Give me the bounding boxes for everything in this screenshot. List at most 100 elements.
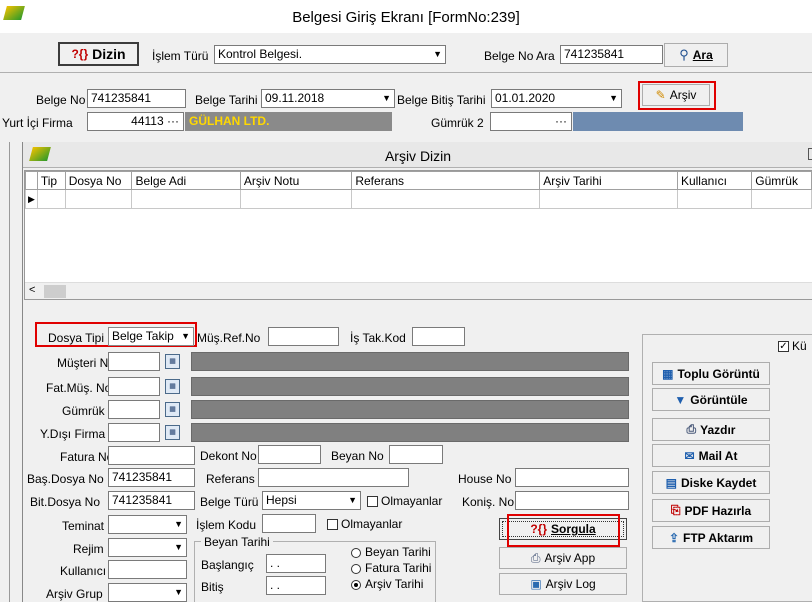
column-header[interactable]: Arşiv Tarihi bbox=[539, 171, 678, 190]
dekont-no-label: Dekont No bbox=[200, 449, 257, 463]
dialog-title: Arşiv Dizin bbox=[384, 148, 452, 164]
scrollbar-thumb[interactable] bbox=[44, 285, 66, 298]
lookup-icon[interactable]: ▦ bbox=[165, 402, 180, 417]
checkbox-icon bbox=[327, 519, 338, 531]
is-takip-input[interactable] bbox=[412, 327, 465, 346]
kullanici-input[interactable] bbox=[108, 560, 187, 579]
ydisi-name-field bbox=[191, 423, 629, 442]
yurt-ici-name-field: GÜLHAN LTD. bbox=[185, 112, 392, 131]
belge-bitis-label: Belge Bitiş Tarihi bbox=[397, 93, 486, 107]
horizontal-scrollbar[interactable]: < bbox=[25, 282, 812, 299]
konis-input[interactable] bbox=[515, 491, 629, 510]
radio-icon bbox=[351, 547, 361, 558]
belge-no-label: Belge No bbox=[36, 93, 86, 107]
islem-turu-select[interactable]: Kontrol Belgesi. ▼ bbox=[214, 45, 446, 64]
islem-turu-label: İşlem Türü bbox=[152, 49, 209, 63]
chevron-down-icon: ▼ bbox=[174, 587, 183, 597]
ydisi-label: Y.Dışı Firma bbox=[40, 427, 106, 441]
lookup-icon[interactable]: ▦ bbox=[165, 379, 180, 394]
column-header[interactable]: Gümrük bbox=[751, 171, 812, 190]
islem-kodu-input[interactable] bbox=[262, 514, 316, 533]
checkbox-checked-icon: ✓ bbox=[778, 341, 789, 353]
dialog-title-bar: Arşiv Dizin bbox=[23, 142, 812, 168]
chevron-down-icon: ▼ bbox=[382, 93, 391, 103]
arsiv-app-button[interactable]: ⎙ Arşiv App bbox=[499, 547, 627, 569]
grid-icon: ▦ bbox=[662, 366, 674, 381]
house-no-input[interactable] bbox=[515, 468, 629, 487]
column-header[interactable]: Arşiv Notu bbox=[239, 171, 353, 190]
belge-bitis-input[interactable]: 01.01.2020 ▼ bbox=[491, 89, 622, 108]
teminat-select[interactable]: ▼ bbox=[108, 515, 187, 534]
column-header[interactable]: Tip bbox=[36, 171, 66, 190]
fatura-no-input[interactable] bbox=[108, 446, 195, 465]
chevron-down-icon: ▼ bbox=[181, 331, 190, 341]
belge-no-input[interactable]: 741235841 bbox=[87, 89, 186, 108]
yazdir-button[interactable]: ⎙ Yazdır bbox=[652, 418, 770, 441]
arsiv-log-button[interactable]: ▣ Arşiv Log bbox=[499, 573, 627, 595]
dosya-tipi-label: Dosya Tipi bbox=[48, 331, 105, 345]
rejim-select[interactable]: ▼ bbox=[108, 538, 187, 557]
beyan-no-input[interactable] bbox=[389, 445, 443, 464]
ftp-aktarim-button[interactable]: ⇪ FTP Aktarım bbox=[652, 526, 770, 549]
archive-table: Tip Dosya No Belge Adi Arşiv Notu Refera… bbox=[25, 171, 812, 209]
mail-at-button[interactable]: ✉ Mail At bbox=[652, 444, 770, 467]
lookup-icon[interactable]: ▦ bbox=[165, 354, 180, 369]
maximize-icon[interactable] bbox=[808, 148, 812, 160]
bitis-label: Bitiş bbox=[201, 580, 224, 594]
gumruk2-label: Gümrük 2 bbox=[431, 116, 484, 130]
column-header[interactable]: Kullanıcı bbox=[676, 171, 753, 190]
referans-label: Referans bbox=[206, 472, 255, 486]
ara-button[interactable]: ⚲ Ara bbox=[664, 43, 728, 67]
beyan-no-label: Beyan No bbox=[331, 449, 384, 463]
save-icon: ▤ bbox=[665, 475, 677, 490]
gumruk-input[interactable] bbox=[108, 400, 160, 419]
ydisi-input[interactable] bbox=[108, 423, 160, 442]
belge-no-ara-input[interactable]: 741235841 bbox=[560, 45, 663, 64]
belge-turu-select[interactable]: Hepsi ▼ bbox=[262, 491, 361, 510]
arsiv-grup-label: Arşiv Grup bbox=[46, 587, 103, 601]
arsiv-grup-select[interactable]: ▼ bbox=[108, 583, 187, 602]
pdf-hazirla-button[interactable]: ⎘ PDF Hazırla bbox=[652, 499, 770, 522]
baslangic-input[interactable]: . . bbox=[266, 554, 326, 573]
olmayanlar1-checkbox[interactable]: Olmayanlar bbox=[367, 494, 442, 508]
toplu-goruntu-button[interactable]: ▦ Toplu Görüntü bbox=[652, 362, 770, 385]
row-pointer-icon: ▶ bbox=[25, 189, 38, 209]
radio-icon bbox=[351, 563, 361, 574]
table-header-row: Tip Dosya No Belge Adi Arşiv Notu Refera… bbox=[25, 171, 812, 190]
table-row[interactable]: ▶ bbox=[25, 189, 812, 209]
archive-grid[interactable]: Tip Dosya No Belge Adi Arşiv Notu Refera… bbox=[24, 170, 812, 300]
bitis-input[interactable]: . . bbox=[266, 576, 326, 595]
radio-selected-icon bbox=[351, 579, 361, 590]
rejim-label: Rejim bbox=[73, 542, 104, 556]
radio-fatura-tarihi[interactable]: Fatura Tarihi bbox=[351, 561, 431, 575]
window-title: Belgesi Giriş Ekranı [FormNo:239] bbox=[292, 9, 520, 26]
column-header[interactable]: Dosya No bbox=[64, 171, 133, 190]
radio-beyan-tarihi[interactable]: Beyan Tarihi bbox=[351, 545, 431, 559]
olmayanlar2-checkbox[interactable]: Olmayanlar bbox=[327, 517, 402, 531]
radio-arsiv-tarihi[interactable]: Arşiv Tarihi bbox=[351, 577, 423, 591]
diske-kaydet-button[interactable]: ▤ Diske Kaydet bbox=[652, 471, 770, 494]
chevron-left-icon[interactable]: < bbox=[29, 284, 35, 296]
ellipsis-icon: ··· bbox=[555, 114, 567, 128]
gumruk2-input[interactable]: ··· bbox=[490, 112, 572, 131]
belge-tarihi-input[interactable]: 09.11.2018 ▼ bbox=[261, 89, 395, 108]
musteri-no-input[interactable] bbox=[108, 352, 160, 371]
dizin-button[interactable]: ?{} Dizin bbox=[58, 42, 139, 66]
lookup-icon[interactable]: ▦ bbox=[165, 425, 180, 440]
is-takip-label: İş Tak.Kod bbox=[350, 331, 406, 345]
highlight-sorgula bbox=[507, 514, 620, 547]
mus-ref-input[interactable] bbox=[268, 327, 339, 346]
background-frame-line bbox=[9, 142, 10, 602]
goruntule-button[interactable]: ▼ Görüntüle bbox=[652, 388, 770, 411]
fat-mus-input[interactable] bbox=[108, 377, 160, 396]
dekont-no-input[interactable] bbox=[258, 445, 321, 464]
pdf-icon: ⎘ bbox=[670, 503, 681, 517]
referans-input[interactable] bbox=[258, 468, 409, 487]
column-header[interactable]: Referans bbox=[351, 171, 541, 190]
ku-checkbox[interactable]: ✓ Kü bbox=[778, 339, 807, 353]
bit-dosya-input[interactable]: 741235841 bbox=[108, 491, 195, 510]
bas-dosya-input[interactable]: 741235841 bbox=[108, 468, 195, 487]
column-header[interactable]: Belge Adi bbox=[131, 171, 241, 190]
yurt-ici-code-input[interactable]: 44113 ··· bbox=[87, 112, 184, 131]
dosya-tipi-select[interactable]: Belge Takip ▼ bbox=[108, 327, 194, 346]
